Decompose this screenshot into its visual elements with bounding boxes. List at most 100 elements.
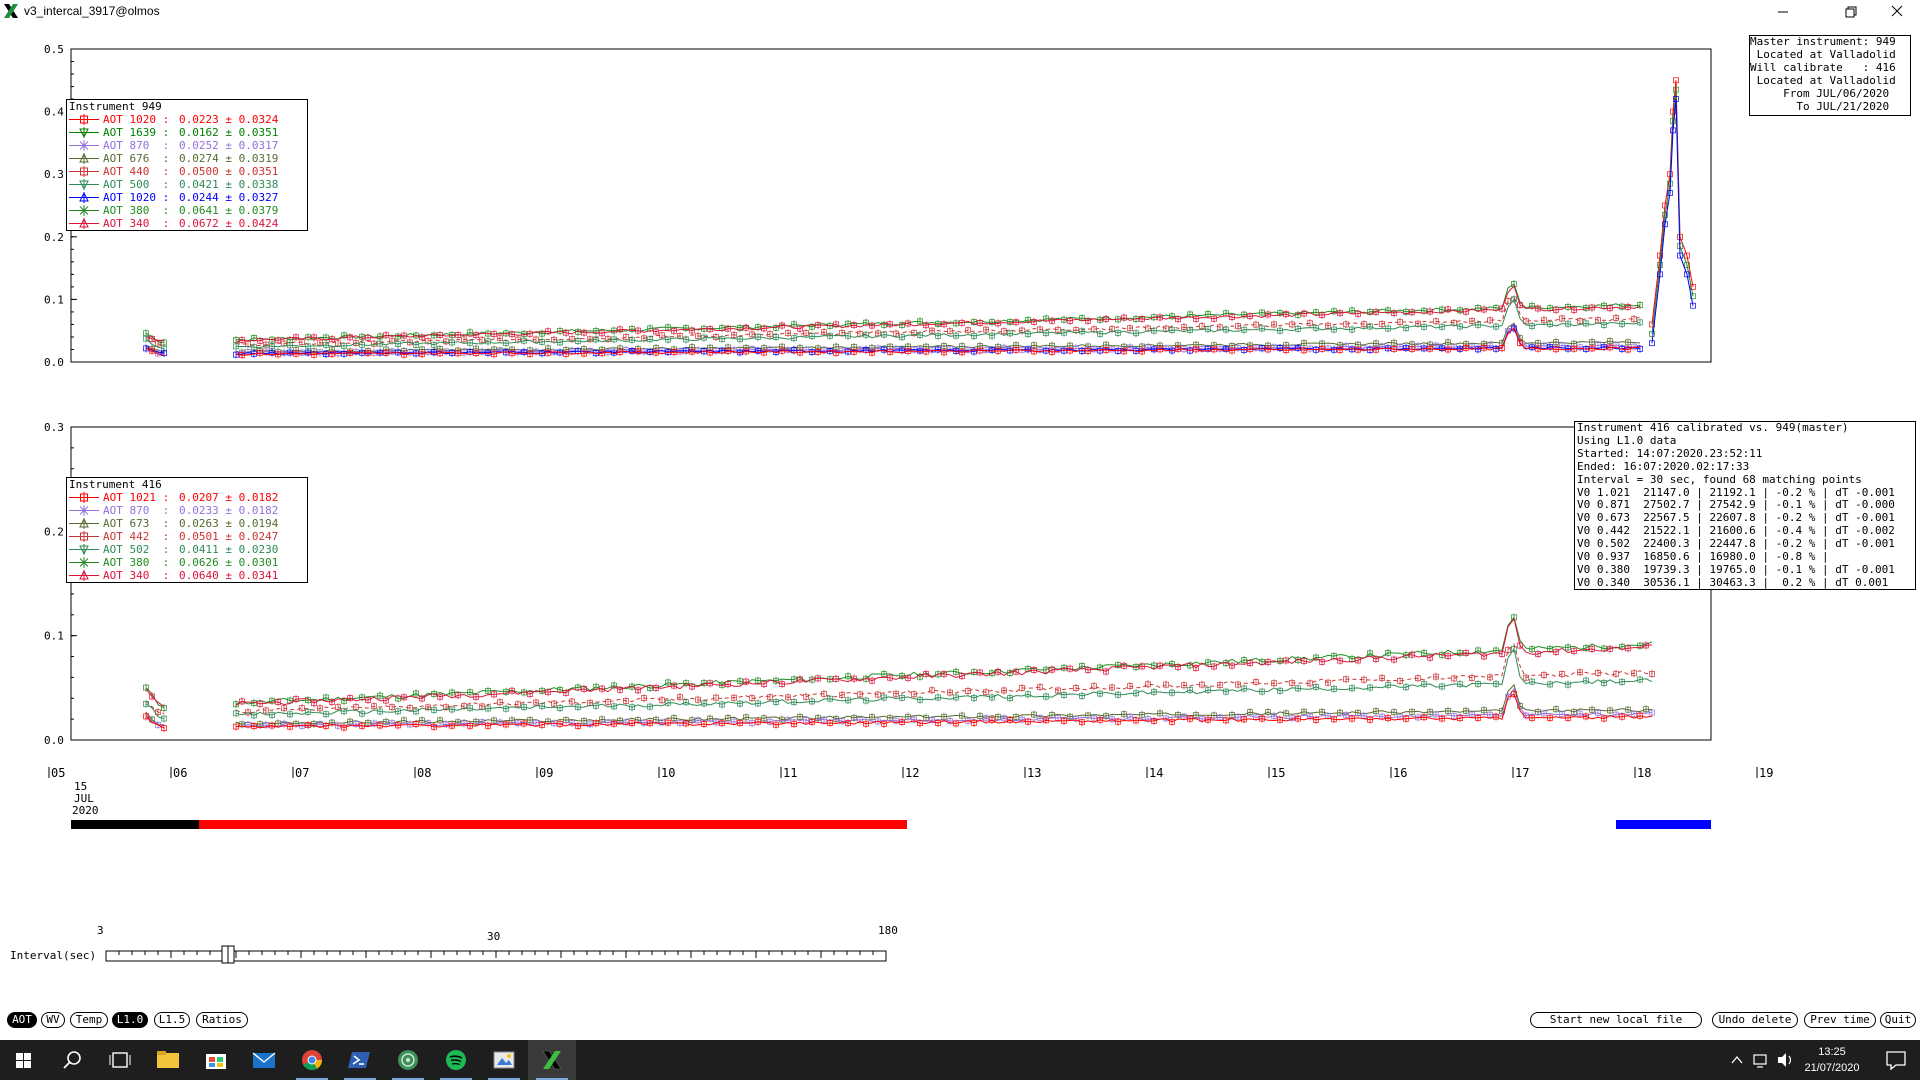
top-legend-row: AOT 500 : 0.0421 ± 0.0338 [67,178,307,191]
y-tick-label: 0.2 [44,231,64,244]
y-tick-label: 0.1 [44,293,64,306]
notifications-button[interactable] [1872,1040,1920,1080]
series-trace [145,617,1653,707]
ratios-button[interactable]: Ratios [196,1012,248,1028]
x-app-icon [4,4,18,18]
legend-label: AOT 500 : [103,178,170,191]
search-button[interactable] [48,1040,96,1080]
bottom-legend-row: AOT 1021 : 0.0207 ± 0.0182 [67,491,307,504]
paint-icon [493,1051,515,1069]
range-bar-blue[interactable] [1616,820,1711,829]
aot-mode-button[interactable]: AOT [7,1012,37,1028]
start-button[interactable] [0,1040,48,1080]
chrome-button[interactable] [288,1040,336,1080]
y-tick-label: 0.1 [44,630,64,643]
network-icon [1753,1054,1767,1065]
top-legend-row: AOT 870 : 0.0252 ± 0.0317 [67,139,307,152]
taskbar: 13:25 21/07/2020 [0,1040,1920,1080]
legend-label: AOT 442 : [103,530,170,543]
bottom-plot-frame [70,426,1712,741]
slider-min-label: 3 [97,924,104,937]
time-tick-label: 17 [1515,766,1529,780]
temp-mode-button[interactable]: Temp [70,1012,108,1028]
bottom-plot-series [143,613,1655,733]
time-tick-label: 05 [51,766,65,780]
series-symbol-icon [69,530,99,543]
legend-value: 0.0274 ± 0.0319 [179,152,279,165]
legend-value: 0.0263 ± 0.0194 [179,517,279,530]
bottom-legend-row: AOT 870 : 0.0233 ± 0.0182 [67,504,307,517]
browser-button[interactable] [384,1040,432,1080]
y-tick-label: 0.3 [44,421,64,434]
time-tick-label: 19 [1759,766,1773,780]
legend-label: AOT 1021 : [103,491,170,504]
series-trace [145,683,1653,726]
legend-label: AOT 340 : [103,569,170,582]
y-tick-label: 0.5 [44,43,64,56]
master-info-line: Located at Valladolid [1750,73,1896,87]
spotify-button[interactable] [432,1040,480,1080]
wv-mode-button[interactable]: WV [41,1012,65,1028]
calibration-info-line: V0 0.380 19739.3 | 19765.0 | -0.1 % | dT… [1577,562,1895,576]
series-trace [145,298,1641,350]
y-tick-label: 0.3 [44,168,64,181]
button-bar: AOT WV Temp L1.0 L1.5 Ratios Start new l… [0,1012,1920,1030]
range-bar-black[interactable] [71,820,199,829]
file-explorer-button[interactable] [144,1040,192,1080]
interval-slider[interactable] [105,945,887,964]
x-server-button[interactable] [528,1040,576,1080]
time-tick-label: 11 [783,766,797,780]
series-trace [145,616,1653,709]
l10-button[interactable]: L1.0 [112,1012,148,1028]
minimize-button[interactable] [1760,0,1806,24]
close-button[interactable] [1874,0,1920,24]
undo-delete-button[interactable]: Undo delete [1712,1012,1798,1028]
browser-icon [398,1050,418,1070]
top-legend-row: AOT 1020 : 0.0244 ± 0.0327 [67,191,307,204]
series-symbol-icon [69,517,99,530]
search-icon [63,1051,81,1069]
series-symbol-icon [69,556,99,569]
series-trace [1651,99,1694,344]
legend-value: 0.0672 ± 0.0424 [179,217,279,230]
series-symbol-icon [69,139,99,152]
legend-label: AOT 1639 : [103,126,170,139]
prev-time-button[interactable]: Prev time [1804,1012,1876,1028]
quit-button[interactable]: Quit [1880,1012,1916,1028]
series-trace [1651,89,1694,334]
y-tick-label: 0.0 [44,734,64,747]
slider-mid-label: 30 [487,930,500,943]
legend-value: 0.0207 ± 0.0182 [179,491,279,504]
y-tick-label: 0.4 [44,106,64,119]
mail-button[interactable] [240,1040,288,1080]
start-new-local-file-button[interactable]: Start new local file [1530,1012,1702,1028]
clock-time: 13:25 [1818,1046,1846,1058]
paint-button[interactable] [480,1040,528,1080]
top-legend-row: AOT 380 : 0.0641 ± 0.0379 [67,204,307,217]
restore-button[interactable] [1828,0,1874,24]
l15-button[interactable]: L1.5 [154,1012,190,1028]
bottom-y-axis: 0.0 0.1 0.2 0.3 [44,421,77,747]
time-tick-label: 10 [661,766,675,780]
series-trace [145,647,1653,720]
series-symbol-icon [69,113,99,126]
calibration-info-box: Instrument 416 calibrated vs. 949(master… [1574,421,1916,590]
powershell-button[interactable] [336,1040,384,1080]
clock[interactable]: 13:25 21/07/2020 [1792,1044,1872,1076]
top-legend-row: AOT 340 : 0.0672 ± 0.0424 [67,217,307,230]
range-bar-red[interactable] [199,820,907,829]
task-view-button[interactable] [96,1040,144,1080]
calibration-info-line: Instrument 416 calibrated vs. 949(master… [1577,421,1849,434]
bottom-legend-row: AOT 380 : 0.0626 ± 0.0301 [67,556,307,569]
calibration-info-line: V0 0.340 30536.1 | 30463.3 | 0.2 % | dT … [1577,575,1889,589]
legend-label: AOT 380 : [103,556,170,569]
series-symbol-icon [69,543,99,556]
store-button[interactable] [192,1040,240,1080]
notification-icon [1886,1051,1906,1071]
legend-label: AOT 676 : [103,152,170,165]
time-tick-label: 14 [1149,766,1163,780]
top-legend-row: AOT 1020 : 0.0223 ± 0.0324 [67,113,307,126]
legend-label: AOT 673 : [103,517,170,530]
bottom-legend-row: AOT 340 : 0.0640 ± 0.0341 [67,569,307,582]
minimize-icon [1778,11,1788,13]
